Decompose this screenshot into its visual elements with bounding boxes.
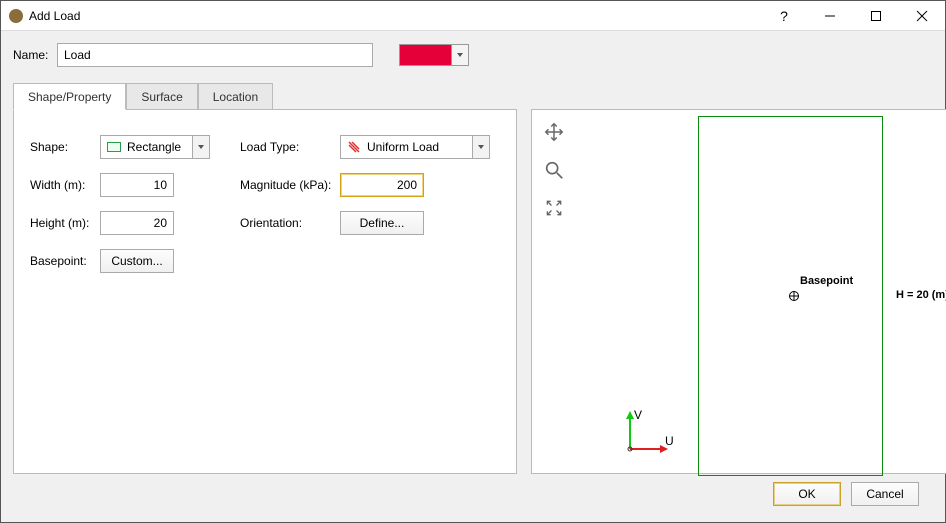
maximize-button[interactable] [853, 1, 899, 31]
button-label: OK [798, 487, 815, 501]
tab-label: Location [213, 90, 258, 104]
name-input[interactable] [57, 43, 373, 67]
shape-value: Rectangle [127, 140, 181, 154]
axis-u-label: U [665, 434, 674, 448]
help-button[interactable]: ? [761, 1, 807, 31]
preview-height-annotation: H = 20 (m) [896, 289, 946, 301]
chevron-down-icon [198, 145, 204, 149]
load-type-combobox[interactable]: Uniform Load [340, 135, 490, 159]
cancel-button[interactable]: Cancel [851, 482, 919, 506]
chevron-down-icon [478, 145, 484, 149]
minimize-button[interactable] [807, 1, 853, 31]
tab-location[interactable]: Location [198, 83, 273, 110]
zoom-tool[interactable] [540, 156, 568, 184]
load-icon [347, 140, 361, 154]
width-input[interactable] [100, 173, 174, 197]
orientation-label: Orientation: [240, 216, 340, 230]
chevron-down-icon [457, 53, 463, 57]
zoom-extents-tool[interactable] [540, 194, 568, 222]
color-picker[interactable] [399, 44, 469, 66]
shape-property-panel: Shape: Rectangle Load Type: Uniform Load… [13, 109, 517, 474]
tab-strip: Shape/Property Surface Location [13, 83, 933, 109]
load-type-label: Load Type: [240, 140, 340, 154]
name-label: Name: [13, 48, 47, 62]
rectangle-icon [107, 142, 121, 152]
magnitude-label: Magnitude (kPa): [240, 178, 340, 192]
color-dropdown-button[interactable] [451, 44, 469, 66]
app-icon [9, 9, 23, 23]
preview-basepoint-label: Basepoint [800, 275, 853, 287]
shape-dropdown-button[interactable] [192, 135, 210, 159]
preview-canvas[interactable]: Basepoint H = 20 (m) V U [576, 110, 946, 473]
width-label: Width (m): [30, 178, 100, 192]
basepoint-label: Basepoint: [30, 254, 100, 268]
basepoint-button[interactable]: Custom... [100, 249, 174, 273]
load-type-value: Uniform Load [367, 140, 439, 154]
basepoint-marker-icon [788, 290, 800, 302]
tab-surface[interactable]: Surface [126, 83, 197, 110]
tab-shape-property[interactable]: Shape/Property [13, 83, 126, 110]
window-title: Add Load [29, 9, 80, 23]
preview-axes: V U [616, 407, 672, 463]
close-button[interactable] [899, 1, 945, 31]
name-row: Name: [13, 43, 933, 67]
height-input[interactable] [100, 211, 174, 235]
dialog-window: Add Load ? Name: Shape/Property Surface … [0, 0, 946, 523]
preview-toolbar [532, 110, 576, 473]
button-label: Cancel [866, 487, 903, 501]
button-label: Custom... [111, 254, 162, 268]
button-label: Define... [360, 216, 405, 230]
axis-v-label: V [634, 408, 642, 422]
dialog-footer: OK Cancel [13, 474, 933, 514]
work-area: Shape: Rectangle Load Type: Uniform Load… [13, 109, 933, 474]
preview-panel: Basepoint H = 20 (m) V U [531, 109, 946, 474]
magnitude-input[interactable] [340, 173, 424, 197]
load-type-dropdown-button[interactable] [472, 135, 490, 159]
shape-label: Shape: [30, 140, 100, 154]
pan-tool[interactable] [540, 118, 568, 146]
height-label: Height (m): [30, 216, 100, 230]
define-orientation-button[interactable]: Define... [340, 211, 424, 235]
titlebar: Add Load ? [1, 1, 945, 31]
ok-button[interactable]: OK [773, 482, 841, 506]
tab-label: Surface [141, 90, 182, 104]
tab-label: Shape/Property [28, 90, 111, 104]
shape-combobox[interactable]: Rectangle [100, 135, 210, 159]
color-swatch [399, 44, 451, 66]
dialog-content: Name: Shape/Property Surface Location Sh… [1, 31, 945, 522]
